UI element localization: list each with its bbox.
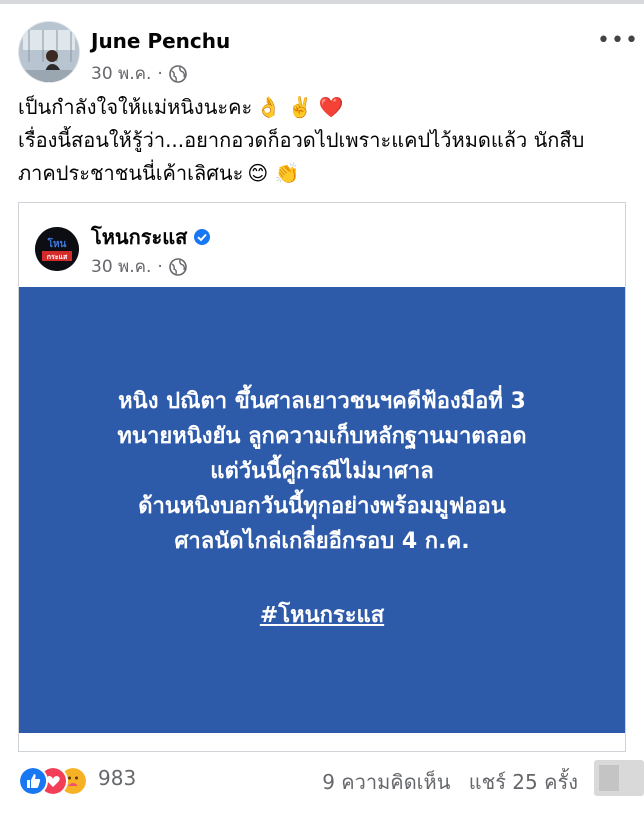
like-icon <box>18 766 48 796</box>
meta-separator: · <box>157 63 163 84</box>
hashtag-text: โหนกระแส <box>278 603 385 628</box>
author-name[interactable]: June Penchu <box>91 29 230 53</box>
shared-post-card[interactable]: โหน กระแส โหนกระแส 30 พ.ค. · หนิง ปณิตา … <box>18 202 626 752</box>
shared-post-meta: 30 พ.ค. · <box>91 253 187 280</box>
shares-count[interactable]: แชร์ 25 ครั้ง <box>469 770 578 794</box>
author-avatar[interactable] <box>18 21 80 83</box>
headline-line-2: ทนายหนิงยัน ลูกความเก็บหลักฐานมาตลอด <box>117 424 527 449</box>
more-options-icon[interactable]: ••• <box>597 28 639 53</box>
post-caption: เป็นกำลังใจให้แม่หนิงนะคะ 👌 ✌️ ❤️ เรื่องน… <box>18 91 628 190</box>
page-name-row: โหนกระแส <box>91 221 211 253</box>
engagement-stats: 9 ความคิดเห็น แชร์ 25 ครั้ง <box>310 766 578 798</box>
svg-text:กระแส: กระแส <box>47 253 68 261</box>
text-post-panel[interactable]: หนิง ปณิตา ขึ้นศาลเยาวชนฯคดีฟ้องมือที่ 3… <box>19 287 625 733</box>
shared-post-date[interactable]: 30 พ.ค. <box>91 253 151 280</box>
caption-line-3: ภาคประชาชนนี่เค้าเลิศนะ 😊 👏 <box>18 157 628 190</box>
caption-emoji-1: 👌 ✌️ ❤️ <box>256 95 344 119</box>
headline-text: หนิง ปณิตา ขึ้นศาลเยาวชนฯคดีฟ้องมือที่ 3… <box>19 384 625 559</box>
reaction-icons[interactable] <box>18 766 88 796</box>
globe-icon <box>169 257 187 276</box>
caption-line-2: เรื่องนี้สอนให้รู้ว่า...อยากอวดก็อวดไปเพ… <box>18 128 585 152</box>
headline-line-3: แต่วันนี้คู่กรณีไม่มาศาล <box>210 459 434 484</box>
headline-line-4: ด้านหนิงบอกวันนี้ทุกอย่างพร้อมมูฟออน <box>138 494 506 519</box>
comments-count[interactable]: 9 ความคิดเห็น <box>322 770 450 794</box>
headline-line-5: ศาลนัดไกล่เกลี่ยอีกรอบ 4 ก.ค. <box>174 529 470 554</box>
caption-emoji-2: 😊 👏 <box>247 161 300 185</box>
page-avatar[interactable]: โหน กระแส <box>35 227 79 271</box>
top-divider <box>0 0 644 4</box>
post-date[interactable]: 30 พ.ค. <box>91 60 151 87</box>
verified-badge-icon <box>194 229 211 245</box>
post-meta: 30 พ.ค. · <box>91 60 187 87</box>
blurred-thumbnail <box>594 760 644 796</box>
hashtag-link[interactable]: #โหนกระแส <box>19 597 625 632</box>
svg-text:โหน: โหน <box>47 237 67 250</box>
headline-line-1: หนิง ปณิตา ขึ้นศาลเยาวชนฯคดีฟ้องมือที่ 3 <box>118 389 526 414</box>
caption-line-1: เป็นกำลังใจให้แม่หนิงนะคะ 👌 ✌️ ❤️ <box>18 91 628 124</box>
globe-icon <box>169 64 187 83</box>
shared-meta-separator: · <box>157 256 163 277</box>
reaction-count[interactable]: 983 <box>98 766 136 790</box>
hash-symbol: # <box>259 603 279 628</box>
shared-post-header: โหน กระแส โหนกระแส 30 พ.ค. · <box>19 203 625 287</box>
post-footer: 983 9 ความคิดเห็น แชร์ 25 ครั้ง <box>18 760 644 798</box>
page-name[interactable]: โหนกระแส <box>91 221 187 253</box>
